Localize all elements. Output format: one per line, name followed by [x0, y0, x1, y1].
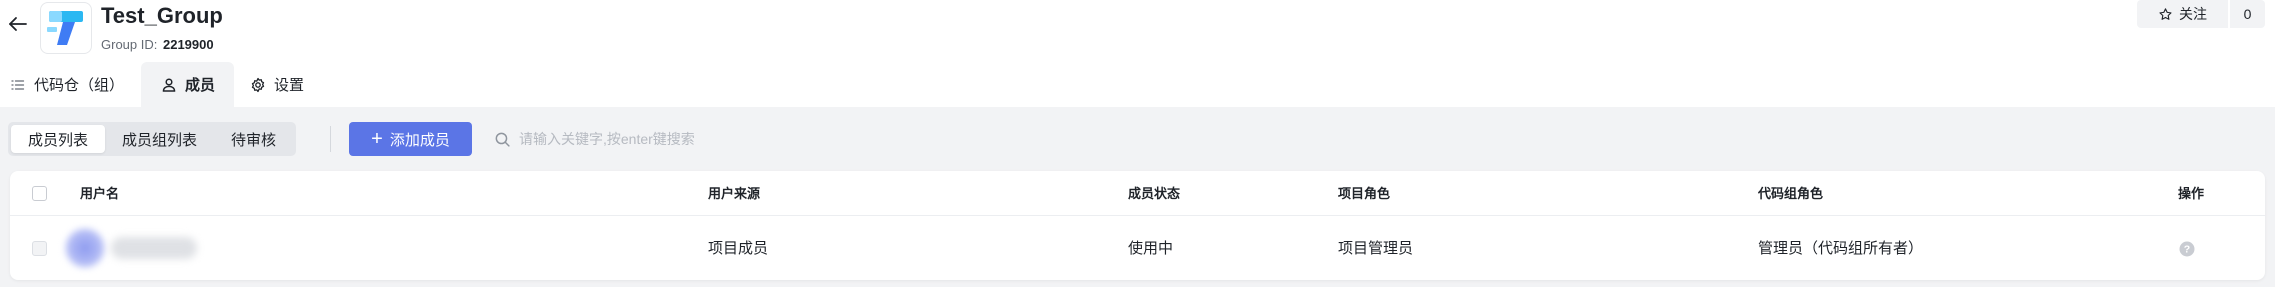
follow-count: 0: [2230, 0, 2265, 28]
tab-label: 设置: [274, 77, 305, 94]
tab-code-repos[interactable]: 代码仓（组）: [0, 62, 141, 107]
column-member-status: 成员状态: [1128, 186, 1181, 201]
add-member-label: 添加成员: [389, 131, 450, 149]
members-panel: 成员列表 成员组列表 待审核 + 添加成员 用户名 用户来源 成员状态 项目角色…: [0, 107, 2275, 287]
star-icon: [2159, 7, 2172, 20]
follow-control: 关注 0: [2137, 0, 2265, 28]
back-arrow-icon[interactable]: [6, 12, 30, 36]
cell-project-role: 项目管理员: [1338, 240, 1414, 257]
column-project-role: 项目角色: [1338, 186, 1391, 201]
plus-icon: +: [371, 128, 383, 150]
svg-text:?: ?: [2184, 244, 2190, 256]
select-all-checkbox[interactable]: [32, 186, 47, 201]
column-group-role: 代码组角色: [1758, 186, 1824, 201]
follow-button[interactable]: 关注: [2137, 0, 2228, 28]
column-username: 用户名: [80, 186, 120, 201]
cell-group-role: 管理员（代码组所有者）: [1758, 240, 1924, 257]
gear-icon: [251, 77, 265, 92]
table-header: 用户名 用户来源 成员状态 项目角色 代码组角色 操作: [10, 171, 2265, 216]
group-title: Test_Group: [101, 3, 223, 28]
tab-settings[interactable]: 设置: [234, 62, 304, 107]
column-user-source: 用户来源: [708, 186, 761, 201]
user-icon: [162, 77, 176, 92]
cell-member-status: 使用中: [1128, 240, 1174, 257]
avatar: [63, 226, 107, 270]
segment-pending-review[interactable]: 待审核: [214, 125, 293, 153]
help-icon[interactable]: ?: [2179, 241, 2195, 257]
search-box[interactable]: [494, 122, 854, 156]
group-id-value: 2219900: [162, 37, 214, 52]
page-header: Test_Group Group ID: 2219900 关注 0: [0, 0, 2275, 62]
username-cell-redacted: [63, 226, 208, 270]
toolbar-divider: [330, 126, 331, 152]
search-input[interactable]: [519, 131, 839, 147]
tab-label: 成员: [185, 77, 216, 94]
table-row: 项目成员 使用中 项目管理员 管理员（代码组所有者） ?: [10, 217, 2265, 280]
group-logo: [40, 2, 92, 54]
tab-bar: 代码仓（组） 成员 设置: [0, 62, 304, 107]
follow-label: 关注: [2179, 6, 2207, 22]
add-member-button[interactable]: + 添加成员: [349, 122, 472, 156]
search-icon: [495, 132, 510, 147]
column-actions: 操作: [2178, 186, 2205, 201]
tab-label: 代码仓（组）: [34, 77, 125, 94]
username-redacted: [111, 237, 197, 259]
group-id: Group ID: 2219900: [101, 37, 214, 53]
list-icon: [11, 79, 25, 90]
segment-member-list[interactable]: 成员列表: [11, 125, 106, 153]
row-checkbox: [32, 241, 47, 256]
segment-member-group-list[interactable]: 成员组列表: [105, 125, 214, 153]
tab-members[interactable]: 成员: [141, 62, 234, 107]
member-view-switcher: 成员列表 成员组列表 待审核: [8, 122, 297, 156]
cell-user-source: 项目成员: [708, 240, 769, 257]
members-table: 用户名 用户来源 成员状态 项目角色 代码组角色 操作 项目成员 使用中 项目管…: [10, 171, 2265, 280]
group-id-label: Group ID:: [101, 37, 158, 52]
